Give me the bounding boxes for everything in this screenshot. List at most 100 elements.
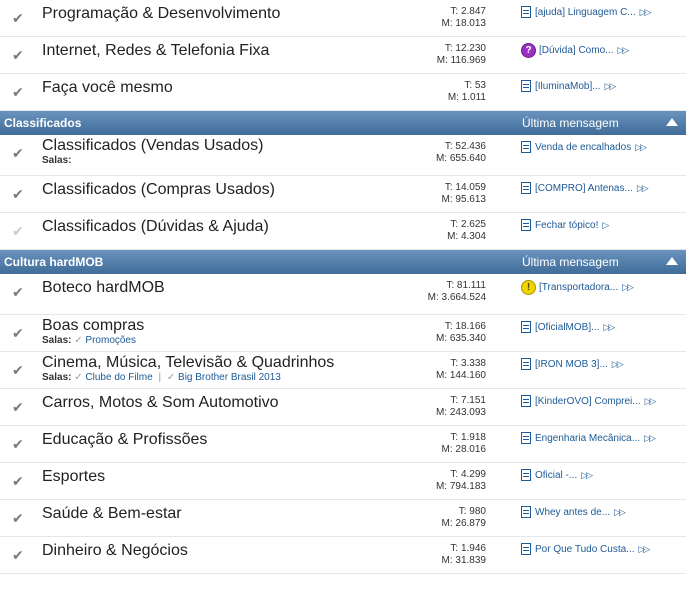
go-to-last-post-icon[interactable]: ▷▷ xyxy=(612,359,624,370)
last-post-link[interactable]: [ajuda] Linguagem C... xyxy=(535,7,636,18)
go-to-last-post-icon[interactable]: ▷▷ xyxy=(617,45,629,56)
document-icon xyxy=(521,80,531,92)
forum-title[interactable]: Saúde & Bem-estar xyxy=(42,505,182,523)
forum-row[interactable]: ✔ Boas compras Salas: ✓ Promoções T: 18.… xyxy=(0,315,686,352)
message-count: M: 655.640 xyxy=(435,153,486,164)
go-to-last-post-icon[interactable]: ▷▷ xyxy=(622,282,634,293)
last-post-link[interactable]: [Dúvida] Como... xyxy=(539,45,613,56)
topic-count: T: 4.299 xyxy=(450,469,486,480)
forum-row[interactable]: ✔ Dinheiro & Negócios T: 1.946 M: 31.839… xyxy=(0,537,686,574)
forum-title[interactable]: Programação & Desenvolvimento xyxy=(42,5,280,23)
last-post-link[interactable]: [Transportadora... xyxy=(539,282,618,293)
forum-row[interactable]: ✔ Saúde & Bem-estar T: 980 M: 26.879 Whe… xyxy=(0,500,686,537)
go-to-last-post-icon[interactable]: ▷▷ xyxy=(614,507,626,518)
forum-title[interactable]: Boteco hardMOB xyxy=(42,279,165,297)
last-post-link[interactable]: Oficial -... xyxy=(535,470,577,481)
last-post[interactable]: Fechar tópico! ▷ xyxy=(521,219,609,231)
document-icon xyxy=(521,219,531,231)
last-post[interactable]: [IRON MOB 3]... ▷▷ xyxy=(521,358,624,370)
topic-count: T: 14.059 xyxy=(444,182,486,193)
go-to-last-post-icon[interactable]: ▷ xyxy=(602,220,609,231)
forum-row[interactable]: ✔ Educação & Profissões T: 1.918 M: 28.0… xyxy=(0,426,686,463)
go-to-last-post-icon[interactable]: ▷▷ xyxy=(644,433,656,444)
forum-row[interactable]: ✔ Faça você mesmo T: 53 M: 1.011 [Ilumin… xyxy=(0,74,686,111)
last-post[interactable]: Venda de encalhados ▷▷ xyxy=(521,141,647,153)
forum-title[interactable]: Classificados (Vendas Usados) xyxy=(42,137,263,155)
go-to-last-post-icon[interactable]: ▷▷ xyxy=(581,470,593,481)
collapse-icon[interactable] xyxy=(666,257,678,265)
forum-title[interactable]: Faça você mesmo xyxy=(42,79,173,97)
forum-title[interactable]: Educação & Profissões xyxy=(42,431,207,449)
go-to-last-post-icon[interactable]: ▷▷ xyxy=(639,544,651,555)
go-to-last-post-icon[interactable]: ▷▷ xyxy=(605,81,617,92)
last-post[interactable]: Por Que Tudo Custa... ▷▷ xyxy=(521,543,651,555)
document-icon xyxy=(521,141,531,153)
last-post[interactable]: Oficial -... ▷▷ xyxy=(521,469,593,481)
go-to-last-post-icon[interactable]: ▷▷ xyxy=(645,396,657,407)
last-post-link[interactable]: [OficialMOB]... xyxy=(535,322,599,333)
last-post[interactable]: [IluminaMob]... ▷▷ xyxy=(521,80,617,92)
topic-count: T: 1.946 xyxy=(450,543,486,554)
forum-title[interactable]: Dinheiro & Negócios xyxy=(42,542,188,560)
last-post[interactable]: ! [Transportadora... ▷▷ xyxy=(521,280,634,295)
document-icon xyxy=(521,321,531,333)
forum-row[interactable]: ✔ Classificados (Compras Usados) T: 14.0… xyxy=(0,176,686,213)
forum-title[interactable]: Classificados (Dúvidas & Ajuda) xyxy=(42,218,269,236)
subforum-link-promocoes[interactable]: Promoções xyxy=(85,335,136,346)
last-post-link[interactable]: [IluminaMob]... xyxy=(535,81,601,92)
go-to-last-post-icon[interactable]: ▷▷ xyxy=(603,322,615,333)
last-post-link[interactable]: Fechar tópico! xyxy=(535,220,598,231)
forum-read-icon: ✔ xyxy=(12,186,24,202)
forum-stats: T: 12.230 M: 116.969 xyxy=(437,43,486,67)
forum-row[interactable]: ✔ Carros, Motos & Som Automotivo T: 7.15… xyxy=(0,389,686,426)
last-post-link[interactable]: [IRON MOB 3]... xyxy=(535,359,608,370)
last-post[interactable]: [KinderOVO] Comprei... ▷▷ xyxy=(521,395,657,407)
last-post-link[interactable]: [KinderOVO] Comprei... xyxy=(535,396,641,407)
forum-read-icon: ✔ xyxy=(12,10,24,26)
forum-title[interactable]: Carros, Motos & Som Automotivo xyxy=(42,394,279,412)
last-post[interactable]: Engenharia Mecânica... ▷▷ xyxy=(521,432,656,444)
last-post-link[interactable]: [COMPRO] Antenas... xyxy=(535,183,633,194)
forum-title[interactable]: Classificados (Compras Usados) xyxy=(42,181,275,199)
forum-row[interactable]: ✔ Classificados (Vendas Usados) Salas: T… xyxy=(0,135,686,176)
forum-read-icon: ✔ xyxy=(12,473,24,489)
topic-count: T: 12.230 xyxy=(444,43,486,54)
last-post-link[interactable]: Venda de encalhados xyxy=(535,142,631,153)
last-post[interactable]: [ajuda] Linguagem C... ▷▷ xyxy=(521,6,652,18)
forum-row[interactable]: ✔ Cinema, Música, Televisão & Quadrinhos… xyxy=(0,352,686,389)
message-count: M: 243.093 xyxy=(435,407,486,418)
last-post-link[interactable]: Por Que Tudo Custa... xyxy=(535,544,635,555)
question-icon: ? xyxy=(521,43,536,58)
category-title[interactable]: Cultura hardMOB xyxy=(4,255,103,269)
forum-row[interactable]: ✔ Internet, Redes & Telefonia Fixa T: 12… xyxy=(0,37,686,74)
forum-title[interactable]: Boas compras xyxy=(42,317,144,335)
forum-read-icon: ✔ xyxy=(12,47,24,63)
forum-title[interactable]: Internet, Redes & Telefonia Fixa xyxy=(42,42,269,60)
last-post-link[interactable]: Engenharia Mecânica... xyxy=(535,433,640,444)
go-to-last-post-icon[interactable]: ▷▷ xyxy=(640,7,652,18)
subforum-link-big-brother[interactable]: Big Brother Brasil 2013 xyxy=(178,372,281,383)
forum-row[interactable]: ✔ Programação & Desenvolvimento T: 2.847… xyxy=(0,0,686,37)
go-to-last-post-icon[interactable]: ▷▷ xyxy=(637,183,649,194)
last-post[interactable]: ? [Dúvida] Como... ▷▷ xyxy=(521,43,629,58)
last-post[interactable]: [COMPRO] Antenas... ▷▷ xyxy=(521,182,649,194)
forum-row[interactable]: ✔ Classificados (Dúvidas & Ajuda) T: 2.6… xyxy=(0,213,686,250)
collapse-icon[interactable] xyxy=(666,118,678,126)
subforum-link-clube-do-filme[interactable]: Clube do Filme xyxy=(85,372,152,383)
last-post[interactable]: Whey antes de... ▷▷ xyxy=(521,506,626,518)
category-title[interactable]: Classificados xyxy=(4,116,81,130)
forum-title[interactable]: Esportes xyxy=(42,468,105,486)
forum-read-icon: ✔ xyxy=(12,84,24,100)
message-count: M: 18.013 xyxy=(441,18,486,29)
topic-count: T: 2.847 xyxy=(450,6,486,17)
forum-title[interactable]: Cinema, Música, Televisão & Quadrinhos xyxy=(42,354,334,372)
forum-row[interactable]: ✔ Esportes T: 4.299 M: 794.183 Oficial -… xyxy=(0,463,686,500)
last-post[interactable]: [OficialMOB]... ▷▷ xyxy=(521,321,615,333)
document-icon xyxy=(521,358,531,370)
last-post-link[interactable]: Whey antes de... xyxy=(535,507,610,518)
forum-read-icon: ✔ xyxy=(12,145,24,161)
forum-stats: T: 2.847 M: 18.013 xyxy=(442,6,486,30)
go-to-last-post-icon[interactable]: ▷▷ xyxy=(635,142,647,153)
forum-row[interactable]: ✔ Boteco hardMOB T: 81.111 M: 3.664.524 … xyxy=(0,274,686,315)
last-message-column-label: Última mensagem xyxy=(522,255,619,269)
